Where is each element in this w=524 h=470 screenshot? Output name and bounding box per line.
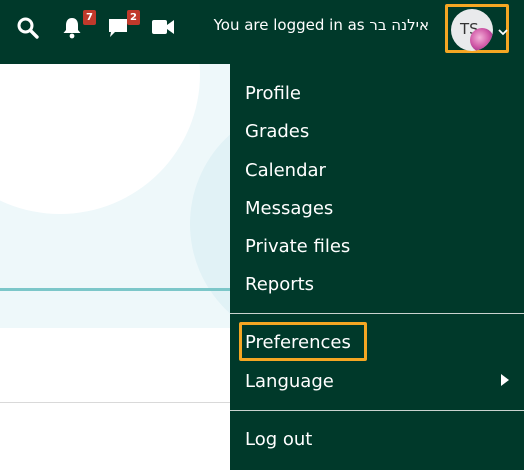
top-navbar: 7 2 You are logged in as אילנה בר TS <box>0 0 524 64</box>
avatar: TS <box>451 9 493 51</box>
menu-item-preferences[interactable]: Preferences <box>245 331 351 355</box>
messages-chat-icon[interactable] <box>107 17 129 43</box>
hero-decoration-circle <box>0 64 200 214</box>
menu-item-private-files[interactable]: Private files <box>245 235 350 259</box>
menu-item-logout[interactable]: Log out <box>245 428 312 452</box>
menu-item-calendar[interactable]: Calendar <box>245 159 326 183</box>
menu-divider <box>230 313 524 314</box>
menu-item-reports[interactable]: Reports <box>245 273 314 297</box>
menu-divider <box>230 410 524 411</box>
video-camera-icon[interactable] <box>151 18 175 40</box>
menu-item-language[interactable]: Language <box>245 370 334 394</box>
chevron-down-icon <box>498 25 508 40</box>
login-status-text: You are logged in as אילנה בר <box>213 16 429 34</box>
user-menu-toggle-button[interactable]: TS <box>445 4 509 53</box>
menu-item-grades[interactable]: Grades <box>245 120 309 144</box>
menu-item-messages[interactable]: Messages <box>245 197 333 221</box>
menu-item-profile[interactable]: Profile <box>245 82 301 106</box>
notifications-count-badge: 7 <box>83 10 96 25</box>
search-icon[interactable] <box>16 16 40 44</box>
user-dropdown-menu: Profile Grades Calendar Messages Private… <box>230 64 524 470</box>
user-photo-icon <box>470 28 493 51</box>
messages-count-badge: 2 <box>127 10 140 25</box>
submenu-arrow-icon <box>501 374 509 386</box>
notifications-bell-icon[interactable] <box>62 17 82 43</box>
